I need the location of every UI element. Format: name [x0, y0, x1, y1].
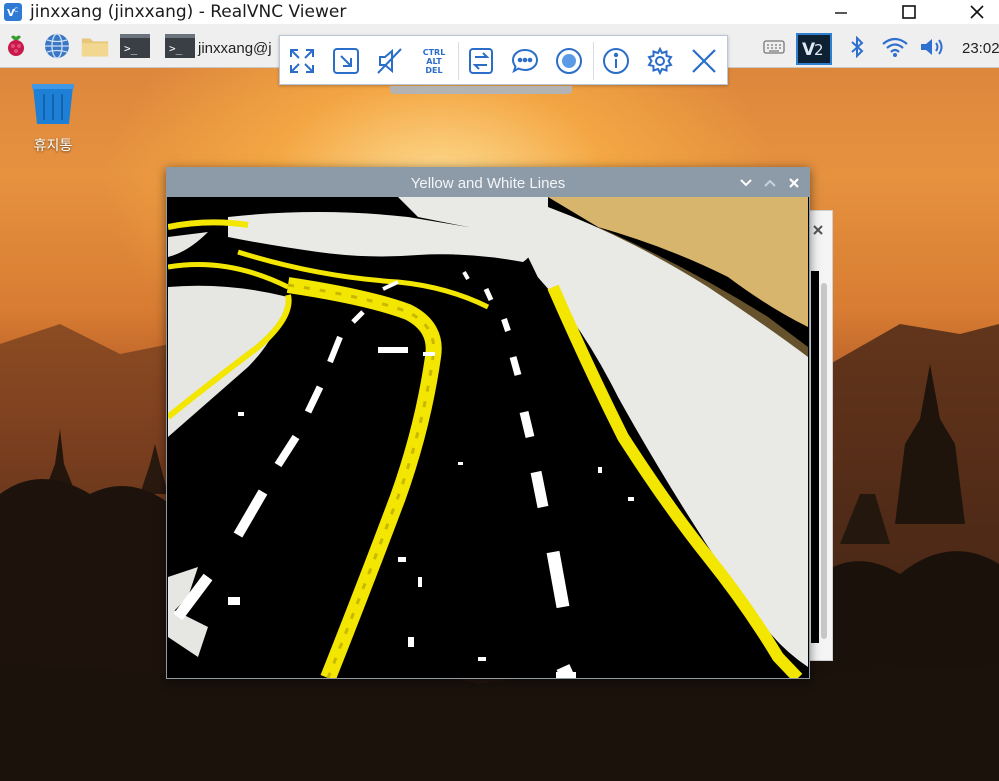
- del-label: DEL: [425, 65, 443, 75]
- background-window: [806, 210, 833, 661]
- chat-icon[interactable]: [508, 44, 542, 78]
- maximize-chevron-icon[interactable]: [761, 174, 779, 192]
- svg-text:>_: >_: [169, 42, 183, 55]
- fullscreen-icon[interactable]: [285, 44, 319, 78]
- web-browser-icon[interactable]: [42, 32, 72, 60]
- host-titlebar: VC jinxxang (jinxxang) - RealVNC Viewer: [0, 0, 999, 24]
- ctrl-label: CTRL: [422, 47, 446, 57]
- close-window-button[interactable]: [954, 0, 999, 24]
- svg-text:>_: >_: [124, 42, 138, 55]
- background-window-close-icon[interactable]: [807, 215, 832, 243]
- minimize-chevron-icon[interactable]: [737, 174, 755, 192]
- app-window-title: Yellow and White Lines: [410, 175, 566, 192]
- vnc-toolbar-handle[interactable]: [390, 86, 572, 94]
- keyboard-icon[interactable]: [762, 34, 786, 60]
- svg-text:C: C: [14, 7, 18, 14]
- terminal-icon[interactable]: >_: [120, 32, 150, 60]
- raspberry-menu-icon[interactable]: [1, 32, 31, 60]
- scale-icon[interactable]: [329, 44, 363, 78]
- terminal-icon[interactable]: >_: [165, 32, 195, 60]
- host-window-title: jinxxang (jinxxang) - RealVNC Viewer: [30, 2, 347, 22]
- lane-detection-window: Yellow and White Lines: [166, 167, 810, 679]
- background-window-dark-region: [811, 271, 819, 643]
- camera-frame-image: [168, 197, 808, 678]
- svg-text:2: 2: [814, 41, 824, 59]
- realvnc-icon: VC: [4, 3, 22, 21]
- wifi-icon[interactable]: [881, 34, 909, 60]
- trash-label: 휴지통: [33, 138, 73, 154]
- terminal-taskbar-label[interactable]: jinxxang@j: [198, 40, 272, 57]
- alt-label: ALT: [426, 56, 442, 66]
- toolbar-separator: [458, 42, 459, 80]
- info-icon[interactable]: [599, 44, 633, 78]
- trash-can-icon: [32, 84, 74, 124]
- toolbar-separator: [593, 42, 594, 80]
- audio-muted-icon[interactable]: [373, 44, 407, 78]
- file-transfer-icon[interactable]: [464, 44, 498, 78]
- taskbar-clock: 23:02: [962, 40, 999, 57]
- minimize-button[interactable]: [818, 0, 864, 24]
- trash-desktop-icon[interactable]: 휴지통: [28, 82, 78, 155]
- volume-icon[interactable]: [918, 34, 948, 60]
- app-titlebar[interactable]: Yellow and White Lines: [167, 168, 809, 197]
- bluetooth-icon[interactable]: [846, 34, 868, 60]
- scrollbar-thumb[interactable]: [821, 283, 827, 639]
- close-icon[interactable]: [687, 44, 721, 78]
- vnc-server-icon[interactable]: V2: [796, 33, 832, 65]
- close-x-icon[interactable]: [785, 174, 803, 192]
- file-manager-icon[interactable]: [80, 32, 110, 60]
- ctrl-alt-del-icon[interactable]: CTRL ALT DEL: [417, 44, 451, 78]
- record-icon[interactable]: [552, 44, 586, 78]
- maximize-button[interactable]: [886, 0, 932, 24]
- settings-icon[interactable]: [643, 44, 677, 78]
- vnc-toolbar: CTRL ALT DEL: [279, 35, 728, 94]
